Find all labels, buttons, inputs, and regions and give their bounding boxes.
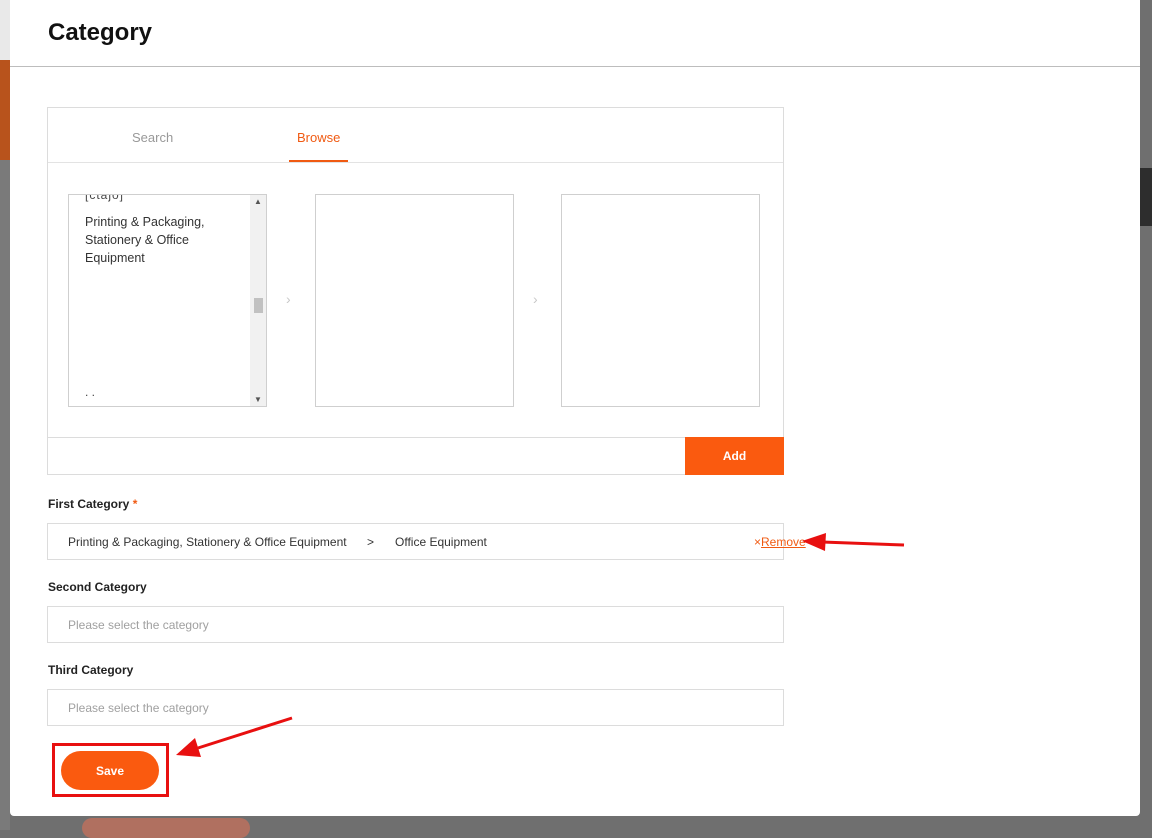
tab-search[interactable]: Search [132, 130, 173, 145]
required-mark: * [132, 497, 138, 511]
close-icon: × [754, 535, 762, 549]
first-category-label-text: First Category [48, 497, 130, 511]
category-browse-panel: Search Browse [ctajo] Printing & Packagi… [47, 107, 784, 475]
category-path-parent: Printing & Packaging, Stationery & Offic… [68, 535, 347, 549]
panel-footer-divider [48, 437, 783, 438]
add-button[interactable]: Add [685, 437, 784, 475]
list-item-printing-packaging[interactable]: Printing & Packaging, Stationery & Offic… [85, 213, 245, 267]
background-header-fragment [0, 0, 10, 60]
third-category-label: Third Category [48, 663, 134, 677]
scroll-down-arrow-icon[interactable]: ▼ [254, 395, 262, 404]
background-button-fragment [82, 818, 250, 838]
tab-divider [48, 162, 783, 163]
save-button[interactable]: Save [61, 751, 159, 790]
chevron-right-icon: › [286, 291, 291, 307]
chevron-right-icon: › [533, 291, 538, 307]
first-category-label: First Category * [48, 497, 137, 511]
annotation-arrow-icon [176, 716, 293, 757]
clipped-list-item: . . [85, 385, 96, 399]
remove-label: Remove [761, 535, 806, 549]
column-scrollbar[interactable]: ▲ ▼ [250, 195, 266, 406]
annotation-arrow-icon [802, 533, 905, 551]
background-side-tab-fragment [1140, 168, 1152, 226]
second-category-label: Second Category [48, 580, 147, 594]
title-divider [10, 66, 1140, 67]
first-category-field: Printing & Packaging, Stationery & Offic… [47, 523, 806, 560]
background-banner-fragment [0, 60, 10, 160]
tab-browse[interactable]: Browse [297, 130, 340, 145]
modal-title: Category [48, 19, 153, 46]
clipped-list-item: [ctajo] [85, 194, 125, 202]
category-column-level-3[interactable] [561, 194, 760, 407]
category-path-child: Office Equipment [395, 535, 487, 549]
second-category-field [47, 606, 784, 643]
category-path-separator: > [367, 535, 375, 549]
category-column-level-1[interactable]: [ctajo] Printing & Packaging, Stationery… [68, 194, 267, 407]
third-category-field [47, 689, 784, 726]
category-column-level-2[interactable] [315, 194, 514, 407]
scroll-up-arrow-icon[interactable]: ▲ [254, 197, 262, 206]
category-modal: Category Search Browse [ctajo] Printing … [10, 0, 1140, 816]
remove-link[interactable]: ×Remove [754, 535, 806, 549]
third-category-input[interactable] [48, 690, 783, 725]
scroll-thumb[interactable] [254, 298, 263, 313]
second-category-input[interactable] [48, 607, 783, 642]
